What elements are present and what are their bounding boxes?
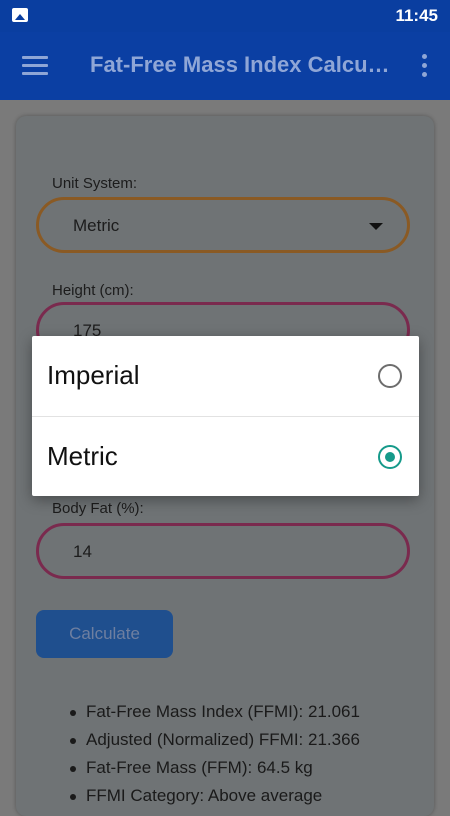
result-category: FFMI Category: Above average [70,786,360,814]
chevron-down-icon [369,223,383,230]
option-imperial[interactable]: Imperial [32,336,419,416]
height-label: Height (cm): [52,282,134,299]
results-list: Fat-Free Mass Index (FFMI): 21.061 Adjus… [70,702,360,814]
result-adjusted-ffmi: Adjusted (Normalized) FFMI: 21.366 [70,730,360,758]
status-bar: 11:45 [0,0,450,32]
page-title: Fat-Free Mass Index Calculator [90,52,390,77]
app-bar: Fat-Free Mass Index Calculator [0,32,450,100]
status-time: 11:45 [395,6,438,25]
unit-system-select[interactable]: Metric [36,197,410,253]
result-ffmi: Fat-Free Mass Index (FFMI): 21.061 [70,702,360,730]
body-fat-field[interactable]: 14 [36,523,410,579]
option-metric[interactable]: Metric [32,416,419,497]
radio-checked-icon[interactable] [378,445,402,469]
radio-unchecked-icon[interactable] [378,364,402,388]
unit-system-label: Unit System: [52,175,138,192]
result-ffm: Fat-Free Mass (FFM): 64.5 kg [70,758,360,786]
option-label: Imperial [47,360,140,390]
unit-system-dialog: Imperial Metric [32,336,419,496]
body-fat-value: 14 [73,542,92,561]
image-icon [12,8,28,22]
option-label: Metric [47,441,118,471]
calculate-button[interactable]: Calculate [36,610,173,658]
unit-system-value: Metric [73,216,120,235]
body-fat-label: Body Fat (%): [52,500,144,517]
more-vert-icon[interactable] [422,54,428,80]
hamburger-icon[interactable] [22,56,48,76]
